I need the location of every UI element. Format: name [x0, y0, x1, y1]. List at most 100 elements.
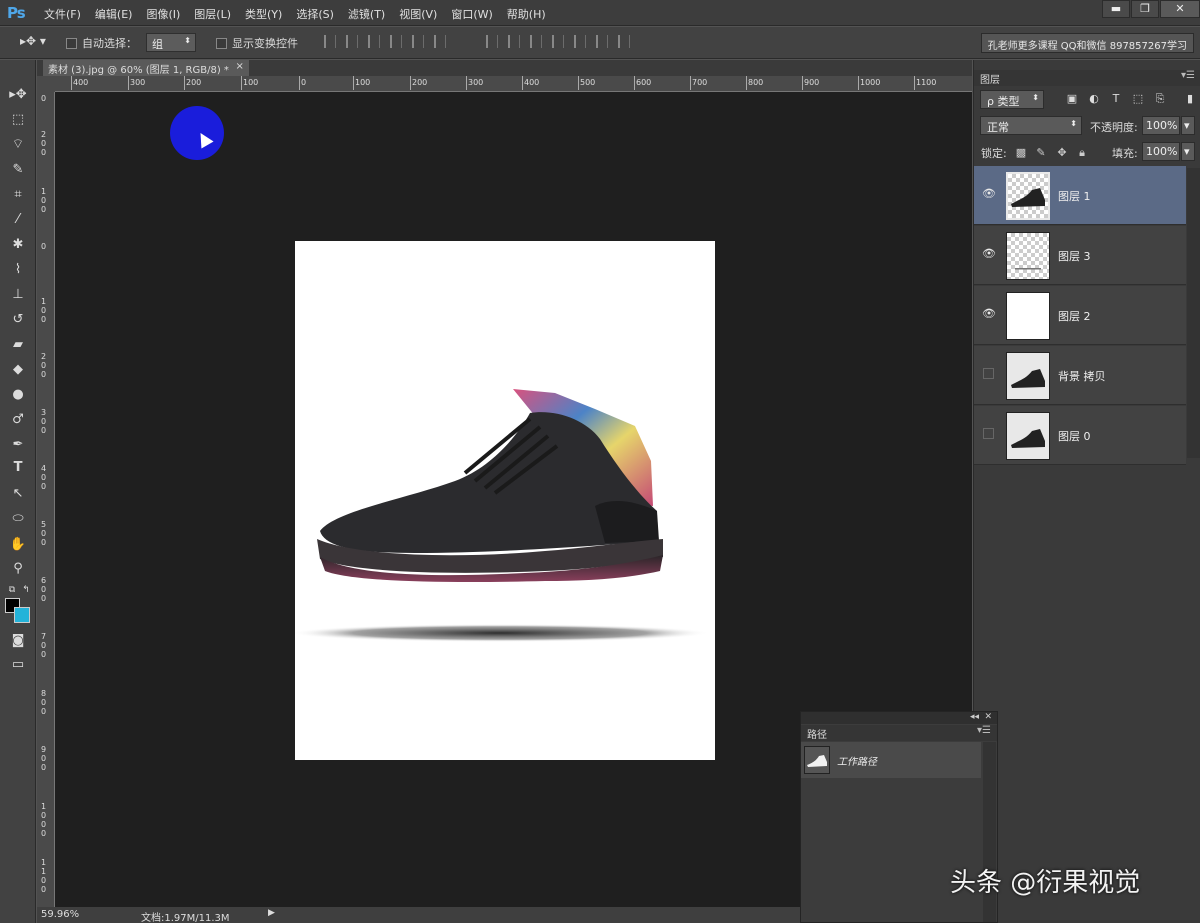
history-brush-tool-icon[interactable]: ↺ — [9, 311, 27, 329]
menu-layer[interactable]: 图层(L) — [194, 6, 239, 22]
menu-select[interactable]: 选择(S) — [296, 6, 342, 22]
swap-colors-icon[interactable]: ↰ — [17, 581, 35, 599]
filter-toggle-icon[interactable]: ▮ — [1184, 93, 1196, 105]
marquee-tool-icon[interactable]: ⬚ — [9, 111, 27, 129]
panel-menu-icon[interactable]: ▾☰ — [977, 725, 991, 736]
opacity-dropdown-button[interactable]: ▾ — [1181, 116, 1195, 135]
panel-menu-icon[interactable]: ▾☰ — [1181, 70, 1195, 81]
visibility-toggle[interactable] — [983, 368, 994, 379]
minimize-button[interactable]: ▬ — [1102, 0, 1130, 18]
menu-file[interactable]: 文件(F) — [44, 6, 89, 22]
menu-edit[interactable]: 编辑(E) — [95, 6, 141, 22]
menu-help[interactable]: 帮助(H) — [507, 6, 554, 22]
distribute-bottom-icon[interactable] — [530, 35, 542, 48]
type-tool-icon[interactable]: T — [9, 459, 27, 477]
hand-tool-icon[interactable]: ✋ — [9, 536, 27, 554]
lock-all-icon[interactable]: 🔒︎ — [1076, 147, 1088, 159]
document-canvas[interactable] — [295, 241, 715, 760]
filter-type-icon[interactable]: T — [1110, 93, 1122, 105]
layer-row[interactable]: 背景 拷贝 — [974, 346, 1186, 405]
layer-row[interactable]: 👁︎ 图层 2 — [974, 286, 1186, 345]
menu-image[interactable]: 图像(I) — [146, 6, 188, 22]
distribute-left-icon[interactable] — [552, 35, 564, 48]
ellipse-tool-icon[interactable]: ⬭ — [9, 510, 27, 528]
layer-row[interactable]: 👁︎ 图层 1 — [974, 166, 1186, 225]
auto-select-dropdown[interactable]: 组 ⬍ — [146, 33, 196, 52]
distribute-vcenter-icon[interactable] — [508, 35, 520, 48]
layer-name[interactable]: 图层 0 — [1058, 428, 1091, 444]
filter-smart-object-icon[interactable]: ⎘ — [1154, 93, 1166, 105]
screen-mode-icon[interactable]: ▭ — [9, 656, 27, 674]
layer-name[interactable]: 图层 2 — [1058, 308, 1091, 324]
menu-type[interactable]: 类型(Y) — [245, 6, 290, 22]
filter-shape-icon[interactable]: ⬚ — [1132, 93, 1144, 105]
eraser-tool-icon[interactable]: ▰ — [9, 336, 27, 354]
horizontal-ruler[interactable]: 400 300 200 100 0 100 200 300 400 500 60… — [55, 76, 972, 92]
auto-select-option[interactable]: 自动选择： — [66, 35, 137, 51]
show-transform-checkbox[interactable] — [216, 38, 227, 49]
visibility-toggle[interactable] — [983, 428, 994, 439]
dodge-tool-icon[interactable]: ♂ — [9, 411, 27, 429]
crop-tool-icon[interactable]: ⌗ — [9, 186, 27, 204]
close-icon[interactable]: ✕ — [984, 712, 992, 722]
align-vcenter-icon[interactable] — [346, 35, 358, 48]
align-left-icon[interactable] — [390, 35, 402, 48]
move-tool-preset-icon[interactable]: ▸✥ ▾ — [20, 34, 46, 48]
lock-pixels-icon[interactable]: ✎ — [1035, 147, 1047, 159]
layers-tab[interactable]: 图层 — [980, 71, 1000, 86]
opacity-input[interactable]: 100% — [1142, 116, 1180, 135]
align-hcenter-icon[interactable] — [412, 35, 424, 48]
background-color-swatch[interactable] — [14, 607, 30, 623]
lock-transparent-icon[interactable]: ▩ — [1015, 147, 1027, 159]
fill-dropdown-button[interactable]: ▾ — [1181, 142, 1195, 161]
menu-window[interactable]: 窗口(W) — [451, 6, 500, 22]
align-bottom-icon[interactable] — [368, 35, 380, 48]
show-transform-option[interactable]: 显示变换控件 — [216, 35, 298, 51]
filter-adjustment-icon[interactable]: ◐ — [1088, 93, 1100, 105]
lasso-tool-icon[interactable]: ⌔ — [9, 136, 27, 154]
path-select-tool-icon[interactable]: ↖ — [9, 485, 27, 503]
quick-mask-icon[interactable]: ◙ — [9, 632, 27, 650]
eye-icon[interactable]: 👁︎ — [982, 188, 996, 200]
restore-button[interactable]: ❐ — [1131, 0, 1159, 18]
auto-align-icon[interactable] — [618, 35, 630, 48]
close-button[interactable]: ✕ — [1160, 0, 1200, 18]
status-menu-arrow-icon[interactable]: ▶ — [268, 908, 275, 918]
align-top-icon[interactable] — [324, 35, 336, 48]
layer-name[interactable]: 图层 3 — [1058, 248, 1091, 264]
layer-name[interactable]: 背景 拷贝 — [1058, 368, 1106, 384]
layer-name[interactable]: 图层 1 — [1058, 188, 1091, 204]
layer-row[interactable]: 👁︎ 图层 3 — [974, 226, 1186, 285]
paths-panel-titlebar[interactable]: ◂◂ ✕ — [801, 712, 997, 724]
clone-stamp-tool-icon[interactable]: ⊥ — [9, 286, 27, 304]
fill-input[interactable]: 100% — [1142, 142, 1180, 161]
paint-bucket-tool-icon[interactable]: ◆ — [9, 361, 27, 379]
zoom-tool-icon[interactable]: ⚲ — [9, 560, 27, 578]
brush-tool-icon[interactable]: ⌇ — [9, 261, 27, 279]
lock-position-icon[interactable]: ✥ — [1056, 147, 1068, 159]
auto-select-checkbox[interactable] — [66, 38, 77, 49]
eye-icon[interactable]: 👁︎ — [982, 308, 996, 320]
move-tool-icon[interactable]: ▸✥ — [9, 86, 27, 104]
path-row[interactable]: 工作路径 — [801, 742, 981, 778]
pen-tool-icon[interactable]: ✒ — [9, 436, 27, 454]
distribute-top-icon[interactable] — [486, 35, 498, 48]
blur-tool-icon[interactable]: ● — [9, 386, 27, 404]
distribute-hcenter-icon[interactable] — [574, 35, 586, 48]
layer-row[interactable]: 图层 0 — [974, 406, 1186, 465]
align-right-icon[interactable] — [434, 35, 446, 48]
filter-pixel-icon[interactable]: ▣ — [1066, 93, 1078, 105]
menu-view[interactable]: 视图(V) — [399, 6, 445, 22]
distribute-right-icon[interactable] — [596, 35, 608, 48]
vertical-ruler[interactable]: 0 200 100 0 100 200 300 400 500 600 700 … — [37, 92, 55, 907]
paths-tab[interactable]: 路径 — [807, 726, 827, 741]
collapse-icon[interactable]: ◂◂ — [970, 712, 979, 722]
blend-mode-dropdown[interactable]: 正常 ⬍ — [980, 116, 1082, 135]
eye-icon[interactable]: 👁︎ — [982, 248, 996, 260]
layers-scrollbar[interactable] — [1187, 168, 1200, 458]
close-tab-icon[interactable]: × — [236, 61, 244, 72]
zoom-level[interactable]: 59.96% — [41, 909, 79, 920]
ruler-corner[interactable] — [37, 76, 55, 92]
eyedropper-tool-icon[interactable]: ⁄ — [9, 211, 27, 229]
layer-filter-dropdown[interactable]: ρ 类型 ⬍ — [980, 90, 1044, 109]
